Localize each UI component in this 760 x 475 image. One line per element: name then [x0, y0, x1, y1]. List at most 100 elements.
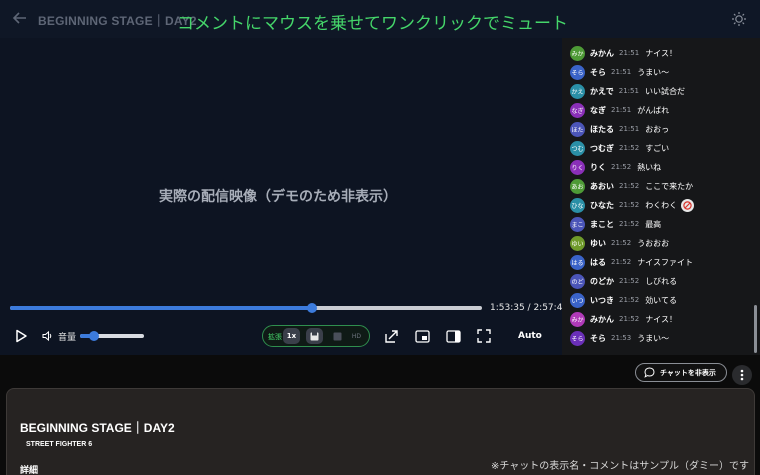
- chat-author-name: いつき: [590, 295, 614, 305]
- theater-mode-icon[interactable]: [445, 328, 461, 344]
- fullscreen-icon[interactable]: [476, 328, 492, 344]
- playback-speed-button[interactable]: 1x: [283, 328, 300, 344]
- chat-timestamp: 21:52: [619, 296, 640, 304]
- chat-message[interactable]: ゆい ゆい 21:52 うおおお: [570, 235, 669, 251]
- avatar: なぎ: [570, 102, 585, 118]
- chat-message-text: おおっ: [645, 124, 670, 134]
- chat-message[interactable]: のど のどか 21:52 しびれる: [570, 273, 677, 289]
- avatar: ゆい: [570, 235, 585, 251]
- chat-message-text: ナイス！: [645, 314, 677, 324]
- avatar: そら: [570, 330, 585, 346]
- chat-message[interactable]: いつ いつき 21:52 効いてる: [570, 292, 677, 308]
- avatar: りく: [570, 159, 585, 175]
- chat-message[interactable]: つむ つむぎ 21:52 すごい: [570, 140, 669, 156]
- chat-message-text: いい試合だ: [644, 86, 685, 96]
- seek-bar-handle[interactable]: [307, 303, 318, 313]
- video-placeholder-text: 実際の配信映像（デモのため非表示）: [159, 189, 397, 205]
- quality-selector[interactable]: Auto: [518, 331, 542, 341]
- info-subtitle: STREET FIGHTER 6: [26, 441, 93, 448]
- more-options-button[interactable]: [732, 365, 752, 385]
- chat-timestamp: 21:53: [611, 334, 632, 342]
- chat-timestamp: 21:52: [619, 315, 640, 323]
- chat-timestamp: 21:52: [611, 163, 632, 171]
- playback-speed-label: 1x: [286, 332, 297, 340]
- more-vertical-icon: [740, 369, 744, 381]
- frame-button[interactable]: [329, 328, 346, 344]
- chat-message-text: ナイスファイト: [637, 257, 693, 267]
- mute-icon[interactable]: [681, 198, 695, 212]
- chat-timestamp: 21:51: [619, 125, 640, 133]
- mute-instruction-overlay: コメントにマウスを乗せてワンクリックでミュート: [177, 14, 568, 34]
- chat-message[interactable]: まこ まこと 21:52 最高: [570, 216, 661, 232]
- chat-message-text: わくわく: [645, 200, 678, 210]
- back-arrow-icon[interactable]: [12, 10, 30, 28]
- chat-author-name: みかん: [590, 48, 614, 58]
- chat-author-name: ほたる: [590, 124, 614, 134]
- top-bar: BEGINNING STAGE｜DAY2 コメントにマウスを乗せてワンクリックで…: [0, 0, 760, 38]
- chat-bubble-icon: [644, 367, 655, 378]
- chat-message-text: 効いてる: [645, 295, 677, 305]
- chat-author-name: みかん: [590, 314, 614, 324]
- volume-icon[interactable]: [42, 330, 54, 342]
- chat-author-name: ひなた: [590, 200, 614, 210]
- info-title: BEGINNING STAGE｜DAY2: [20, 421, 175, 435]
- brightness-icon[interactable]: [731, 11, 747, 27]
- chat-timestamp: 21:52: [611, 258, 632, 266]
- chat-message-text: うおおお: [637, 238, 670, 248]
- chat-message[interactable]: みか みかん 21:51 ナイス！: [570, 45, 677, 61]
- avatar: ほた: [570, 121, 585, 137]
- time-display: 1:53:35 / 2:57:44: [490, 303, 569, 313]
- volume-slider-handle[interactable]: [89, 331, 100, 341]
- chat-message[interactable]: みか みかん 21:52 ナイス！: [570, 311, 677, 327]
- chat-scrollbar[interactable]: [754, 305, 757, 353]
- avatar: まこ: [570, 216, 585, 232]
- chat-timestamp: 21:51: [618, 87, 639, 95]
- video-player[interactable]: 実際の配信映像（デモのため非表示） 1:53:35 / 2:57:44 音量 拡…: [0, 0, 568, 355]
- seek-bar[interactable]: [10, 303, 482, 313]
- chat-author-name: のどか: [590, 276, 614, 286]
- hd-button[interactable]: HD: [348, 328, 365, 344]
- chat-message-text: ナイス！: [645, 48, 677, 58]
- chat-message[interactable]: そら そら 21:51 うまい〜: [570, 64, 669, 80]
- chat-author-name: かえで: [590, 86, 614, 96]
- chat-message-text: ここで来たか: [645, 181, 694, 191]
- save-button[interactable]: [306, 328, 323, 344]
- picture-in-picture-icon[interactable]: [414, 328, 430, 344]
- chat-panel[interactable]: みか みかん 21:51 ナイス！ そら そら 21:51 うまい〜 かえ かえで 21:51 いい試…: [562, 38, 760, 355]
- chat-message[interactable]: ひな ひなた 21:52 わくわく: [570, 197, 695, 213]
- hide-chat-label: チャットを非表示: [660, 368, 716, 377]
- hide-chat-button[interactable]: チャットを非表示: [635, 363, 727, 382]
- chat-timestamp: 21:51: [619, 49, 640, 57]
- chat-author-name: なぎ: [590, 105, 606, 115]
- chat-author-name: そら: [590, 333, 606, 343]
- chat-message-text: うまい〜: [637, 333, 670, 343]
- chat-message[interactable]: はる はる 21:52 ナイスファイト: [570, 254, 693, 270]
- chat-message-text: うまい〜: [637, 67, 670, 77]
- stream-title: BEGINNING STAGE｜DAY2: [38, 14, 197, 28]
- play-icon[interactable]: [13, 328, 29, 344]
- chat-message[interactable]: あお あおい 21:52 ここで来たか: [570, 178, 693, 194]
- avatar: かえ: [570, 83, 585, 99]
- share-icon[interactable]: [383, 328, 399, 344]
- chat-author-name: まこと: [590, 219, 614, 229]
- chat-message[interactable]: かえ かえで 21:51 いい試合だ: [570, 83, 685, 99]
- volume-slider[interactable]: [80, 331, 144, 341]
- chat-timestamp: 21:52: [619, 220, 640, 228]
- chat-author-name: はる: [590, 257, 606, 267]
- chat-timestamp: 21:52: [619, 277, 640, 285]
- chat-message[interactable]: りく りく 21:52 熱いね: [570, 159, 661, 175]
- avatar: つむ: [570, 140, 585, 156]
- save-icon: [310, 332, 319, 340]
- chat-message[interactable]: ほた ほたる 21:51 おおっ: [570, 121, 669, 137]
- chat-timestamp: 21:52: [619, 182, 640, 190]
- chat-message[interactable]: そら そら 21:53 うまい〜: [570, 330, 669, 346]
- chat-message-text: しびれる: [645, 276, 678, 286]
- video-info-panel: BEGINNING STAGE｜DAY2 STREET FIGHTER 6 詳細…: [6, 388, 755, 475]
- chat-message[interactable]: なぎ なぎ 21:51 がんばれ: [570, 102, 669, 118]
- seek-bar-progress: [10, 306, 313, 310]
- chat-message-text: すごい: [645, 143, 670, 153]
- avatar: ひな: [570, 197, 585, 213]
- chat-timestamp: 21:52: [619, 144, 640, 152]
- avatar: そら: [570, 64, 585, 80]
- chat-timestamp: 21:51: [611, 106, 632, 114]
